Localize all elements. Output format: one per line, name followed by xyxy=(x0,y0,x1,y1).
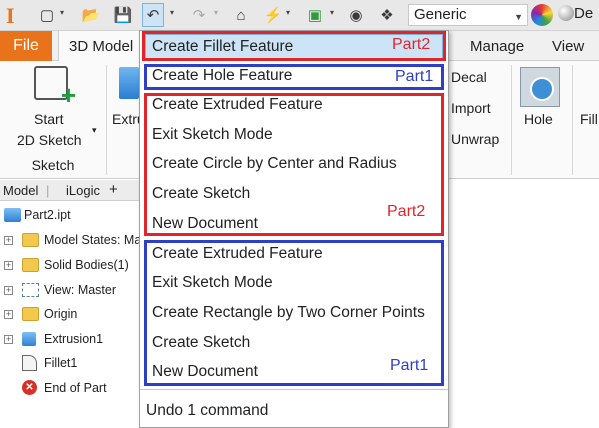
extrusion-icon xyxy=(22,332,36,346)
tree-item-label: Part2.ipt xyxy=(24,208,71,222)
tree-item-view[interactable]: + View: Master xyxy=(0,279,140,301)
update-dropdown-icon[interactable]: ▾ xyxy=(286,8,290,17)
folder-icon xyxy=(22,307,39,321)
model-browser-tree: Part2.ipt + Model States: Ma + Solid Bod… xyxy=(0,202,140,428)
tree-item-extrusion[interactable]: + Extrusion1 xyxy=(0,328,140,350)
home-icon[interactable]: ⌂ xyxy=(230,3,252,27)
open-icon[interactable]: 📂 xyxy=(80,3,102,27)
folder-icon xyxy=(22,258,39,272)
start-sketch-label-2[interactable]: 2D Sketch xyxy=(17,132,82,148)
material-icon[interactable]: ◉ xyxy=(345,3,367,27)
expand-icon[interactable]: + xyxy=(4,334,13,344)
tree-item-label: Origin xyxy=(44,307,78,321)
new-icon[interactable]: ▢ xyxy=(36,3,58,27)
expand-icon[interactable]: + xyxy=(4,285,13,295)
app-logo-icon[interactable]: I xyxy=(6,3,15,29)
tree-item-solid-bodies[interactable]: + Solid Bodies(1) xyxy=(0,254,140,276)
cutoff-text: De xyxy=(574,5,594,22)
plus-icon: + xyxy=(60,80,76,110)
tree-item-label: Fillet1 xyxy=(44,356,78,370)
tree-item-label: Extrusion1 xyxy=(44,332,104,346)
tab-ilogic[interactable]: iLogic xyxy=(66,183,100,198)
folder-icon xyxy=(22,233,39,247)
menu-divider xyxy=(140,389,448,390)
tree-item-label: Model States: Ma xyxy=(44,233,140,247)
ribbon-divider xyxy=(572,65,573,175)
appearance-icon[interactable]: ▣ xyxy=(304,3,326,27)
annotation-label: Part1 xyxy=(390,357,429,374)
tab-divider: | xyxy=(46,183,50,198)
hole-icon[interactable] xyxy=(520,67,560,107)
tree-item-end-of-part[interactable]: ✕ End of Part xyxy=(0,377,140,399)
undo-dropdown-icon[interactable]: ▾ xyxy=(170,8,174,17)
sketch-group-label: Sketch xyxy=(31,157,75,173)
ribbon-divider xyxy=(106,65,107,175)
expand-icon[interactable]: + xyxy=(4,235,13,245)
tree-item-label: Solid Bodies(1) xyxy=(44,258,129,272)
appearance-combo-value: Generic xyxy=(414,6,467,23)
appearance-dropdown-icon[interactable]: ▾ xyxy=(330,8,334,17)
annotation-label: Part1 xyxy=(395,68,434,85)
expand-icon[interactable]: + xyxy=(4,309,13,319)
tab-manage[interactable]: Manage xyxy=(470,31,524,61)
expand-icon[interactable]: + xyxy=(4,260,13,270)
tree-item-label: End of Part xyxy=(44,381,107,395)
annotation-label: Part2 xyxy=(387,203,426,220)
import-button[interactable]: Import xyxy=(451,100,491,116)
tree-item-part[interactable]: Part2.ipt xyxy=(0,204,140,226)
undo-count-label: Undo 1 command xyxy=(146,402,269,419)
tree-item-fillet[interactable]: Fillet1 xyxy=(0,352,140,374)
fillet-label[interactable]: Fill xyxy=(580,111,598,127)
undo-history-menu: Create Fillet Feature Create Hole Featur… xyxy=(139,30,449,428)
start-sketch-label-1[interactable]: Start xyxy=(34,111,64,127)
tree-item-model-states[interactable]: + Model States: Ma xyxy=(0,229,140,251)
part-icon xyxy=(4,208,21,222)
tree-item-origin[interactable]: + Origin xyxy=(0,303,140,325)
hole-label[interactable]: Hole xyxy=(524,111,553,127)
fillet-icon xyxy=(22,355,37,371)
appearance-combo[interactable]: Generic ▼ xyxy=(408,4,528,26)
sphere-icon[interactable] xyxy=(558,5,574,21)
redo-dropdown-icon[interactable]: ▾ xyxy=(214,8,218,17)
quick-access-toolbar: I ▢ ▾ 📂 💾 ↶ ▾ ↷ ▾ ⌂ ⚡ ▾ ▣ ▾ ◉ ❖ Generic … xyxy=(0,0,599,31)
tab-view[interactable]: View xyxy=(552,31,584,61)
redo-icon[interactable]: ↷ xyxy=(188,3,210,27)
annotation-label: Part2 xyxy=(392,36,431,53)
tab-model[interactable]: Model xyxy=(3,183,38,198)
tree-item-label: View: Master xyxy=(44,283,117,297)
texture-icon[interactable]: ❖ xyxy=(376,3,398,27)
tab-file[interactable]: File xyxy=(0,31,52,61)
extrude-icon[interactable] xyxy=(119,67,139,99)
update-icon[interactable]: ⚡ xyxy=(262,3,284,27)
add-tab-button[interactable]: + xyxy=(109,181,118,198)
unwrap-button[interactable]: Unwrap xyxy=(451,131,499,147)
decal-button[interactable]: Decal xyxy=(451,69,487,85)
chevron-down-icon: ▼ xyxy=(514,12,523,22)
browser-tabs: Model | iLogic + xyxy=(0,180,140,201)
new-dropdown-icon[interactable]: ▾ xyxy=(60,8,64,17)
view-icon xyxy=(22,283,39,297)
undo-icon[interactable]: ↶ xyxy=(142,3,164,27)
tab-3d-model[interactable]: 3D Model xyxy=(58,31,148,61)
end-of-part-icon: ✕ xyxy=(22,380,37,395)
start-sketch-icon[interactable]: + xyxy=(34,66,76,108)
save-icon[interactable]: 💾 xyxy=(112,3,134,27)
color-wheel-icon[interactable] xyxy=(531,4,553,26)
ribbon-divider xyxy=(511,65,512,175)
start-sketch-dropdown-icon[interactable]: ▾ xyxy=(92,125,97,136)
